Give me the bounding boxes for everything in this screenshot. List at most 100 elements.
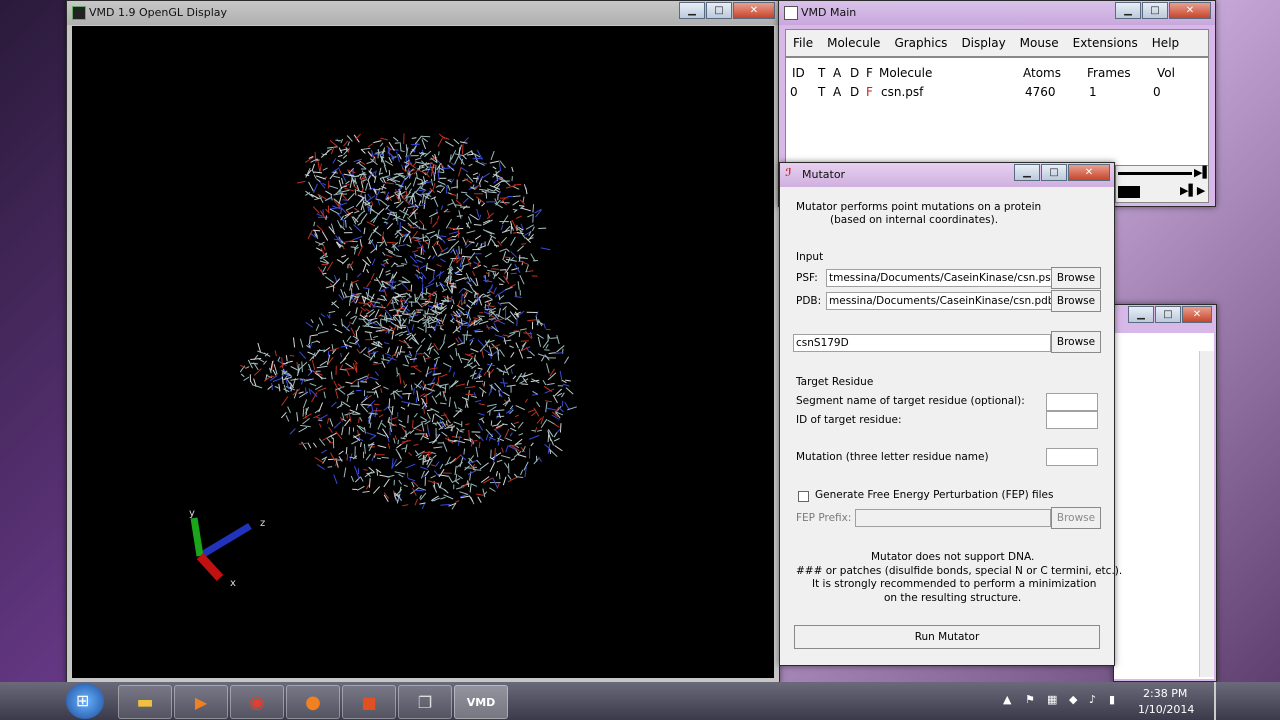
target-residue-heading: Target Residue bbox=[796, 376, 874, 388]
input-heading: Input bbox=[796, 251, 824, 263]
opengl-display-window[interactable]: VMD 1.9 OpenGL Display ▁ □ ✕ z y x bbox=[66, 0, 780, 684]
network-icon[interactable]: ▦ bbox=[1047, 693, 1057, 706]
menu-mouse[interactable]: Mouse bbox=[1013, 36, 1066, 50]
segment-label: Segment name of target residue (optional… bbox=[796, 395, 1025, 407]
maximize-button[interactable]: □ bbox=[1041, 164, 1067, 181]
col-f: F bbox=[866, 66, 873, 80]
window-title: Mutator bbox=[802, 168, 846, 181]
maximize-button[interactable]: □ bbox=[1155, 306, 1181, 323]
mutator-window[interactable]: ℐ Mutator ▁ □ ✕ Mutator performs point m… bbox=[779, 162, 1122, 666]
axes-indicator: z y x bbox=[189, 508, 265, 589]
axis-label-y: y bbox=[189, 508, 195, 519]
col-frames: Frames bbox=[1087, 66, 1131, 80]
window-icon bbox=[784, 6, 798, 20]
scrollbar[interactable] bbox=[1199, 351, 1214, 677]
psf-label: PSF: bbox=[796, 272, 818, 284]
volume-icon[interactable]: ♪ bbox=[1089, 693, 1096, 706]
psf-browse-button[interactable]: Browse bbox=[1051, 267, 1101, 289]
show-desktop-button[interactable] bbox=[1214, 682, 1216, 720]
frame-slider[interactable] bbox=[1118, 172, 1192, 175]
minimize-button[interactable]: ▁ bbox=[1128, 306, 1154, 323]
window-title: VMD Main bbox=[801, 6, 857, 19]
tk-feather-icon: ℐ bbox=[785, 166, 792, 179]
tk-app-taskbar-button[interactable]: ❐ bbox=[398, 685, 452, 719]
menu-help[interactable]: Help bbox=[1145, 36, 1186, 50]
row-vol: 0 bbox=[1153, 85, 1161, 99]
flag-icon[interactable]: ⚑ bbox=[1025, 693, 1035, 706]
main-titlebar[interactable]: VMD Main ▁ □ ✕ bbox=[779, 1, 1215, 25]
residue-id-input[interactable] bbox=[1046, 411, 1098, 429]
taskbar: ⊞ ▬ ▶ ◉ ● ■ ❐ VMD ▲ ⚑ ▦ ◆ ♪ ▮ 2:38 PM 1/… bbox=[0, 682, 1280, 720]
row-frames: 1 bbox=[1089, 85, 1097, 99]
note-line2: ### or patches (disulfide bonds, special… bbox=[796, 565, 1123, 577]
psf-input[interactable]: tmessina/Documents/CaseinKinase/csn.psf bbox=[826, 269, 1052, 287]
close-button[interactable]: ✕ bbox=[733, 2, 775, 19]
opengl-titlebar[interactable]: VMD 1.9 OpenGL Display ▁ □ ✕ bbox=[67, 1, 779, 25]
clock-date[interactable]: 1/10/2014 bbox=[1138, 703, 1194, 716]
maximize-button[interactable]: □ bbox=[706, 2, 732, 19]
window-title: VMD 1.9 OpenGL Display bbox=[89, 6, 228, 19]
mutator-titlebar[interactable]: ℐ Mutator ▁ □ ✕ bbox=[780, 163, 1114, 187]
powerpoint-taskbar-button[interactable]: ■ bbox=[342, 685, 396, 719]
menu-file[interactable]: File bbox=[786, 36, 820, 50]
clock-time[interactable]: 2:38 PM bbox=[1143, 687, 1187, 700]
media-player-taskbar-button[interactable]: ▶ bbox=[174, 685, 228, 719]
frame-scrollbar[interactable] bbox=[1118, 186, 1140, 198]
media-player-icon: ▶ bbox=[194, 692, 208, 712]
maximize-button[interactable]: □ bbox=[1142, 2, 1168, 19]
pdb-label: PDB: bbox=[796, 295, 822, 307]
chrome-taskbar-button[interactable]: ◉ bbox=[230, 685, 284, 719]
fep-prefix-input[interactable] bbox=[855, 509, 1051, 527]
row-fixed-toggle[interactable]: F bbox=[866, 85, 873, 99]
step-end-icon[interactable]: ▶▌ bbox=[1194, 166, 1211, 179]
run-mutator-button[interactable]: Run Mutator bbox=[794, 625, 1100, 649]
explorer-taskbar-button[interactable]: ▬ bbox=[118, 685, 172, 719]
background-window-content bbox=[1114, 333, 1214, 679]
row-top-toggle[interactable]: T bbox=[818, 85, 825, 99]
row-active-toggle[interactable]: A bbox=[833, 85, 841, 99]
fep-checkbox-label[interactable]: Generate Free Energy Perturbation (FEP) … bbox=[815, 489, 1053, 501]
start-button[interactable]: ⊞ bbox=[66, 683, 104, 719]
molecule-list[interactable]: ID T A D F Molecule Atoms Frames Vol 0 T… bbox=[785, 57, 1209, 167]
dropbox-icon[interactable]: ◆ bbox=[1069, 693, 1077, 706]
close-button[interactable]: ✕ bbox=[1182, 306, 1212, 323]
vmd-icon: VMD bbox=[466, 695, 496, 709]
vmd-app-icon bbox=[72, 6, 86, 20]
note-line4: on the resulting structure. bbox=[884, 592, 1022, 604]
show-hidden-icons[interactable]: ▲ bbox=[1003, 693, 1011, 706]
fep-checkbox[interactable] bbox=[798, 491, 809, 502]
mutation-input[interactable] bbox=[1046, 448, 1098, 466]
row-drawn-toggle[interactable]: D bbox=[850, 85, 859, 99]
output-browse-button[interactable]: Browse bbox=[1051, 331, 1101, 353]
mutator-body: Mutator performs point mutations on a pr… bbox=[786, 189, 1122, 659]
residue-id-label: ID of target residue: bbox=[796, 414, 902, 426]
molecule-canvas[interactable]: z y x bbox=[72, 26, 774, 678]
menu-extensions[interactable]: Extensions bbox=[1066, 36, 1145, 50]
col-id: ID bbox=[792, 66, 805, 80]
axis-label-x: x bbox=[230, 578, 236, 589]
firefox-taskbar-button[interactable]: ● bbox=[286, 685, 340, 719]
close-button[interactable]: ✕ bbox=[1068, 164, 1110, 181]
folder-icon: ▬ bbox=[136, 691, 154, 713]
signal-icon[interactable]: ▮ bbox=[1109, 693, 1115, 706]
minimize-button[interactable]: ▁ bbox=[1115, 2, 1141, 19]
pdb-browse-button[interactable]: Browse bbox=[1051, 290, 1101, 312]
minimize-button[interactable]: ▁ bbox=[679, 2, 705, 19]
note-line1: Mutator does not support DNA. bbox=[871, 551, 1035, 563]
minimize-button[interactable]: ▁ bbox=[1014, 164, 1040, 181]
output-prefix-input[interactable]: csnS179D bbox=[793, 334, 1051, 352]
menu-molecule[interactable]: Molecule bbox=[820, 36, 887, 50]
pdb-input[interactable]: messina/Documents/CaseinKinase/csn.pdb bbox=[826, 292, 1052, 310]
row-id: 0 bbox=[790, 85, 798, 99]
menu-graphics[interactable]: Graphics bbox=[887, 36, 954, 50]
vmd-taskbar-button[interactable]: VMD bbox=[454, 685, 508, 719]
play-forward-icon[interactable]: ▶▌▶ bbox=[1180, 184, 1205, 197]
windows-logo-icon: ⊞ bbox=[76, 691, 90, 710]
background-window[interactable]: ▁ □ ✕ bbox=[1113, 304, 1217, 682]
animation-controls[interactable]: ▶▌ ▶▌▶ bbox=[1115, 165, 1211, 203]
fep-browse-button[interactable]: Browse bbox=[1051, 507, 1101, 529]
segment-input[interactable] bbox=[1046, 393, 1098, 411]
row-atoms: 4760 bbox=[1025, 85, 1056, 99]
close-button[interactable]: ✕ bbox=[1169, 2, 1211, 19]
menu-display[interactable]: Display bbox=[954, 36, 1012, 50]
